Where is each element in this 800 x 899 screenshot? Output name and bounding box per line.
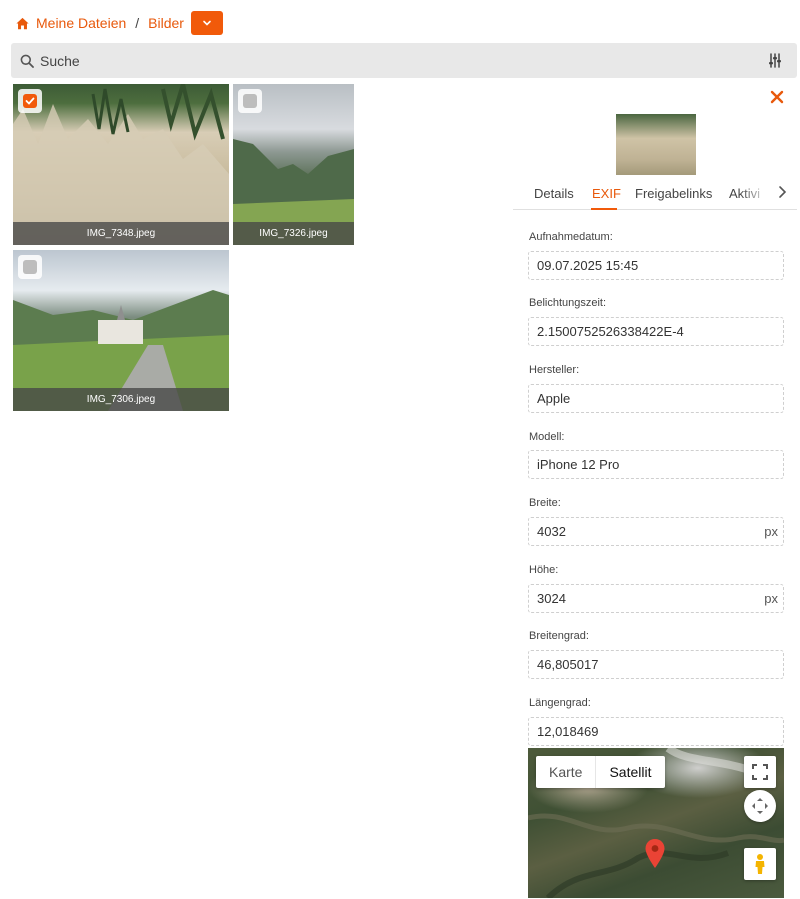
exif-label-height: Höhe:	[529, 564, 559, 576]
tab-fade	[740, 180, 770, 206]
search-input[interactable]	[40, 52, 740, 69]
close-icon[interactable]	[769, 89, 785, 105]
breadcrumb-separator: /	[135, 15, 140, 31]
pegman-icon	[755, 854, 765, 874]
search-bar	[11, 43, 797, 78]
active-tab-indicator	[591, 208, 617, 210]
select-checkbox[interactable]	[238, 89, 262, 113]
exif-field-date[interactable]: 09.07.2025 15:45	[528, 251, 784, 280]
select-checkbox[interactable]	[18, 89, 42, 113]
fullscreen-icon	[752, 764, 768, 780]
fullscreen-button[interactable]	[744, 756, 776, 788]
exif-label-manufacturer: Hersteller:	[529, 364, 580, 376]
street-view-button[interactable]	[744, 848, 776, 880]
exif-field-manufacturer[interactable]: Apple	[528, 384, 784, 413]
home-icon	[16, 17, 29, 29]
pan-arrows-icon	[752, 798, 768, 814]
map-type-satellite-button[interactable]: Satellit	[596, 756, 664, 788]
map-pan-control[interactable]	[744, 790, 776, 822]
select-checkbox[interactable]	[18, 255, 42, 279]
exif-field-model[interactable]: iPhone 12 Pro	[528, 450, 784, 479]
exif-field-height[interactable]: 3024 px	[528, 584, 784, 613]
exif-value: iPhone 12 Pro	[537, 457, 620, 472]
file-tile[interactable]: IMG_7348.jpeg	[13, 84, 229, 245]
tab-details[interactable]: Details	[534, 186, 574, 201]
file-name: IMG_7306.jpeg	[13, 388, 229, 411]
chevron-down-icon	[203, 20, 211, 26]
search-icon	[20, 54, 34, 68]
file-name: IMG_7348.jpeg	[13, 222, 229, 245]
map-type-switch: Karte Satellit	[536, 756, 665, 788]
image-thumbnail	[13, 84, 229, 245]
image-thumbnail	[13, 250, 229, 411]
unit-label: px	[764, 591, 778, 606]
exif-value: 09.07.2025 15:45	[537, 258, 639, 273]
exif-value: 4032	[537, 524, 566, 539]
exif-value: 3024	[537, 591, 566, 606]
checkmark-icon	[25, 97, 35, 105]
breadcrumb-home-label: Meine Dateien	[36, 15, 127, 31]
unit-label: px	[764, 524, 778, 539]
location-map[interactable]: Karte Satellit	[528, 748, 784, 898]
exif-label-date: Aufnahmedatum:	[529, 231, 613, 243]
exif-label-longitude: Längengrad:	[529, 697, 591, 709]
file-tile[interactable]: IMG_7326.jpeg	[233, 84, 354, 245]
breadcrumb: Meine Dateien / Bilder	[16, 11, 223, 35]
exif-label-model: Modell:	[529, 431, 565, 443]
exif-value: Apple	[537, 391, 571, 406]
exif-label-exposure: Belichtungszeit:	[529, 297, 607, 309]
breadcrumb-home-link[interactable]: Meine Dateien	[16, 15, 126, 31]
exif-field-exposure[interactable]: 2.1500752526338422E-4	[528, 317, 784, 346]
exif-label-width: Breite:	[529, 497, 561, 509]
breadcrumb-current[interactable]: Bilder	[148, 15, 184, 31]
map-type-map-button[interactable]: Karte	[536, 756, 597, 788]
chevron-right-icon[interactable]	[777, 185, 787, 199]
exif-value: 12,018469	[537, 724, 599, 739]
selected-file-preview	[616, 114, 696, 175]
exif-value: 2.1500752526338422E-4	[537, 324, 684, 339]
tab-exif[interactable]: EXIF	[592, 186, 621, 201]
tab-share-links[interactable]: Freigabelinks	[635, 186, 712, 201]
exif-field-latitude[interactable]: 46,805017	[528, 650, 784, 679]
exif-field-width[interactable]: 4032 px	[528, 517, 784, 546]
exif-field-longitude[interactable]: 12,018469	[528, 717, 784, 746]
file-name: IMG_7326.jpeg	[233, 222, 354, 245]
location-pin-icon	[645, 839, 665, 868]
exif-value: 46,805017	[537, 657, 599, 672]
folder-menu-button[interactable]	[190, 11, 223, 35]
exif-label-latitude: Breitengrad:	[529, 630, 589, 642]
filter-settings-icon[interactable]	[768, 53, 782, 68]
file-tile[interactable]: IMG_7306.jpeg	[13, 250, 229, 411]
